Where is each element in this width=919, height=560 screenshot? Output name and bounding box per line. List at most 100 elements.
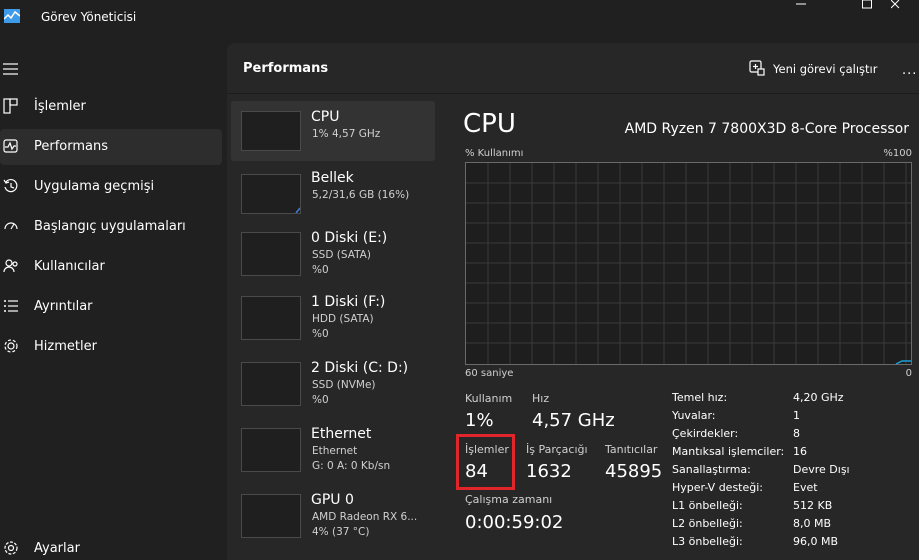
usage-stat-value: 1%	[465, 410, 494, 431]
processes-icon	[3, 98, 19, 114]
prop-l2-cache-value: 8,0 MB	[793, 517, 832, 530]
speed-stat-value: 4,57 GHz	[532, 410, 615, 431]
close-button[interactable]	[873, 0, 919, 12]
app-history-icon	[3, 178, 19, 194]
device-detail: HDD (SATA)	[312, 313, 374, 325]
usage-axis-max: %100	[883, 148, 912, 159]
prop-cores-key: Çekirdekler:	[672, 427, 739, 440]
sidebar-item-performance[interactable]: Performans	[0, 129, 222, 165]
sidebar-item-label: Ayrıntılar	[34, 299, 93, 314]
device-thumbnail-graph	[241, 428, 301, 472]
speed-stat-label: Hız	[532, 392, 550, 405]
cpu-title: CPU	[463, 109, 516, 139]
cpu-usage-graph	[465, 162, 912, 365]
device-thumbnail-graph	[241, 362, 301, 406]
handles-stat-value: 45895	[605, 461, 663, 482]
device-thumbnail-graph	[241, 111, 301, 151]
device-item-disk-2[interactable]: 2 Diski (C: D:) SSD (NVMe) %0	[231, 357, 435, 417]
device-name: GPU 0	[311, 492, 354, 508]
handles-stat-label: Tanıtıcılar	[605, 443, 658, 456]
threads-stat-label: İş Parçacığı	[526, 443, 588, 456]
device-thumbnail-graph	[241, 494, 301, 538]
device-detail: %0	[312, 328, 329, 340]
prop-l3-cache-value: 96,0 MB	[793, 535, 839, 548]
device-name: 0 Diski (E:)	[311, 230, 388, 246]
uptime-stat-value: 0:00:59:02	[465, 512, 564, 533]
prop-l1-cache-key: L1 önbelleği:	[672, 499, 743, 512]
new-task-icon	[749, 60, 765, 76]
prop-sockets-value: 1	[793, 409, 800, 422]
device-name: Bellek	[311, 170, 354, 186]
prop-l3-cache-key: L3 önbelleği:	[672, 535, 743, 548]
prop-virtualization-value: Devre Dışı	[793, 463, 850, 476]
sidebar-item-app-history[interactable]: Uygulama geçmişi	[0, 169, 222, 205]
device-name: 2 Diski (C: D:)	[311, 360, 409, 376]
device-thumbnail-graph	[241, 174, 301, 214]
hamburger-menu-button[interactable]	[3, 60, 19, 75]
run-new-task-label: Yeni görevi çalıştır	[773, 62, 878, 76]
sidebar-item-label: Kullanıcılar	[34, 259, 105, 274]
device-detail: SSD (NVMe)	[312, 379, 376, 391]
sidebar-item-label: İşlemler	[34, 99, 86, 114]
prop-l2-cache-key: L2 önbelleği:	[672, 517, 743, 530]
device-item-disk-1[interactable]: 1 Diski (F:) HDD (SATA) %0	[231, 291, 435, 351]
device-detail: 4% (37 °C)	[312, 526, 370, 538]
device-thumbnail-graph	[241, 232, 301, 276]
prop-hyperv-value: Evet	[793, 481, 818, 494]
gear-icon	[3, 540, 19, 556]
device-name: CPU	[311, 109, 340, 125]
hamburger-icon	[3, 63, 18, 75]
device-detail: 1% 4,57 GHz	[312, 128, 381, 140]
settings-label: Ayarlar	[34, 541, 80, 556]
device-item-disk-0[interactable]: 0 Diski (E:) SSD (SATA) %0	[231, 225, 435, 285]
sidebar-item-label: Hizmetler	[34, 339, 97, 354]
device-item-memory[interactable]: Bellek 5,2/31,6 GB (16%)	[231, 164, 435, 224]
more-options-button[interactable]: ···	[902, 67, 917, 82]
usage-axis-label: % Kullanımı	[465, 148, 524, 159]
uptime-stat-label: Çalışma zamanı	[465, 493, 553, 506]
prop-logical-processors-key: Mantıksal işlemciler:	[672, 445, 785, 458]
minimize-button[interactable]	[778, 0, 824, 12]
sidebar-item-startup-apps[interactable]: Başlangıç uygulamaları	[0, 209, 222, 245]
task-manager-app-icon	[3, 8, 21, 23]
threads-stat-value: 1632	[526, 461, 572, 482]
device-item-ethernet[interactable]: Ethernet Ethernet G: 0 A: 0 Kb/sn	[231, 423, 435, 483]
device-name: 1 Diski (F:)	[311, 294, 386, 310]
prop-sockets-key: Yuvalar:	[672, 409, 716, 422]
main-panel: Performans Yeni görevi çalıştır ··· CPU …	[227, 43, 919, 560]
prop-virtualization-key: Sanallaştırma:	[672, 463, 751, 476]
sidebar-item-users[interactable]: Kullanıcılar	[0, 249, 222, 285]
sidebar-item-details[interactable]: Ayrıntılar	[0, 289, 222, 325]
maximize-icon	[862, 0, 872, 9]
prop-base-speed-key: Temel hız:	[672, 391, 728, 404]
close-icon	[891, 0, 900, 9]
prop-l1-cache-value: 512 KB	[793, 499, 833, 512]
device-item-cpu[interactable]: CPU 1% 4,57 GHz	[231, 101, 435, 161]
header-divider	[227, 93, 919, 94]
sidebar-item-processes[interactable]: İşlemler	[0, 89, 222, 125]
users-icon	[3, 258, 19, 274]
device-item-gpu-0[interactable]: GPU 0 AMD Radeon RX 6... 4% (37 °C)	[231, 489, 435, 549]
sidebar-item-settings[interactable]: Ayarlar	[0, 531, 222, 560]
usage-stat-label: Kullanım	[465, 392, 513, 405]
sidebar-item-services[interactable]: Hizmetler	[0, 329, 222, 365]
device-detail: AMD Radeon RX 6...	[312, 511, 418, 523]
device-detail: SSD (SATA)	[312, 249, 371, 261]
startup-icon	[3, 218, 19, 234]
details-icon	[3, 298, 19, 314]
graph-time-min: 0	[905, 368, 912, 379]
sidebar-item-label: Başlangıç uygulamaları	[34, 219, 186, 234]
cpu-model-name: AMD Ryzen 7 7800X3D 8-Core Processor	[624, 121, 909, 137]
prop-base-speed-value: 4,20 GHz	[793, 391, 844, 404]
processes-highlight-box	[456, 434, 515, 490]
device-thumbnail-graph	[241, 296, 301, 340]
page-title: Performans	[243, 61, 329, 76]
prop-logical-processors-value: 16	[793, 445, 807, 458]
minimize-icon	[796, 3, 806, 5]
device-detail: %0	[312, 264, 329, 276]
sidebar: İşlemler Performans Uygulama geçmişi Baş…	[0, 34, 227, 560]
sidebar-item-label: Performans	[34, 139, 109, 154]
performance-icon	[3, 138, 19, 154]
device-detail: 5,2/31,6 GB (16%)	[312, 189, 410, 201]
device-detail: Ethernet	[312, 445, 358, 457]
